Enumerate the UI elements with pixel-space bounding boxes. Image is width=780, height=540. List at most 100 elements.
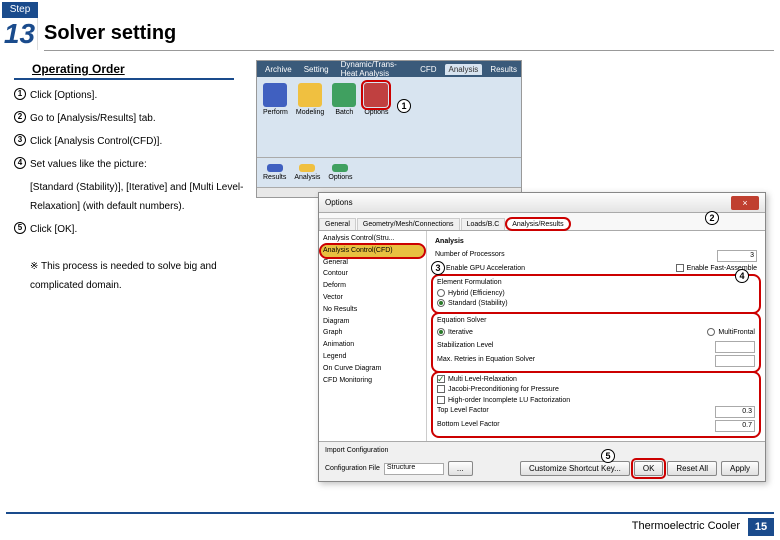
btn-label: Modeling <box>296 109 324 116</box>
fast-assemble-checkbox[interactable] <box>676 264 684 272</box>
cube-icon <box>298 83 322 107</box>
dialog-titlebar: Options × <box>319 193 765 213</box>
step-item: 4Set values like the picture: <box>14 155 244 174</box>
stab-level-input[interactable] <box>715 341 755 353</box>
batch-button[interactable]: Batch <box>330 81 358 153</box>
reset-button[interactable]: Reset All <box>667 461 717 476</box>
modeling-button[interactable]: Modeling <box>294 81 326 153</box>
tree-item[interactable]: Legend <box>321 351 424 363</box>
multilevel-group: Multi Level-Relaxation Jacobi-Preconditi… <box>433 373 759 437</box>
label: Standard (Stability) <box>448 300 508 307</box>
options-icon <box>332 164 348 172</box>
ok-button[interactable]: OK <box>634 461 664 476</box>
tab-dynamic[interactable]: Dynamic/Trans-Heat Analysis <box>337 60 412 79</box>
step-note: ※ This process is needed to solve big an… <box>30 257 244 295</box>
btn-label: Perform <box>263 109 288 116</box>
num-processors-input[interactable]: 3 <box>717 250 757 262</box>
perform-button[interactable]: Perform <box>261 81 290 153</box>
shortcut-button[interactable]: Customize Shortcut Key... <box>520 461 630 476</box>
standard-radio[interactable] <box>437 299 445 307</box>
step-number-badge: 1 <box>14 88 26 100</box>
panel-heading: Analysis <box>435 237 757 248</box>
ribbon-tabs: Archive Setting Dynamic/Trans-Heat Analy… <box>257 61 521 77</box>
dialog-tabs: General Geometry/Mesh/Connections Loads/… <box>319 213 765 231</box>
label: Stabilization Level <box>437 341 493 353</box>
analysis-icon <box>299 164 315 172</box>
step-number-badge: 3 <box>14 134 26 146</box>
tree-item[interactable]: Vector <box>321 292 424 304</box>
label: Bottom Level Factor <box>437 420 500 432</box>
step-item: 5Click [OK]. <box>14 220 244 239</box>
step-number: 13 <box>2 18 38 50</box>
operating-order-list: 1 Click [Options]. 2Go to [Analysis/Resul… <box>14 86 244 295</box>
tab-analysis-results[interactable]: Analysis/Results <box>506 218 569 230</box>
tree-item[interactable]: No Results <box>321 304 424 316</box>
hybrid-radio[interactable] <box>437 289 445 297</box>
max-retries-input[interactable] <box>715 355 755 367</box>
tree-item[interactable]: Deform <box>321 280 424 292</box>
tree-panel: Analysis Control(Stru... Analysis Contro… <box>319 231 427 441</box>
high-ilu-checkbox[interactable] <box>437 396 445 404</box>
group-label: Equation Solver <box>437 316 486 327</box>
tree-item[interactable]: General <box>321 257 424 269</box>
step-item: 2Go to [Analysis/Results] tab. <box>14 109 244 128</box>
ribbon-body: Perform Modeling Batch Options <box>257 77 521 157</box>
stack-icon <box>332 83 356 107</box>
precond-checkbox[interactable] <box>437 385 445 393</box>
gear-icon <box>263 83 287 107</box>
label: MultiFrontal <box>718 329 755 336</box>
tree-item[interactable]: Contour <box>321 268 424 280</box>
page-title: Solver setting <box>44 22 176 45</box>
operating-order-heading: Operating Order <box>14 60 234 80</box>
tab-results[interactable]: Results <box>486 64 521 75</box>
multifrontal-radio[interactable] <box>707 328 715 336</box>
tab-general[interactable]: General <box>319 218 356 230</box>
ribbon-secondary: Results Analysis Options <box>257 157 521 187</box>
tab-analysis[interactable]: Analysis <box>445 64 483 75</box>
label: Number of Processors <box>435 250 505 262</box>
tree-item[interactable]: Diagram <box>321 316 424 328</box>
results-button[interactable]: Results <box>261 162 288 183</box>
step-text: Click [Options]. <box>30 86 97 105</box>
row-gpu-fast: Enable GPU Acceleration Enable Fast-Asse… <box>435 264 757 275</box>
row-num-processors: Number of Processors 3 <box>435 250 757 262</box>
tab-loads[interactable]: Loads/B.C <box>461 218 506 230</box>
callout-marker-1: 1 <box>397 99 411 113</box>
analysis-button[interactable]: Analysis <box>292 162 322 183</box>
step-item: 3 Click [Analysis Control(CFD)]. <box>14 132 244 151</box>
btn-label: Options <box>328 174 352 181</box>
cfg-file-input[interactable]: Structure <box>384 463 444 475</box>
tree-item[interactable]: On Curve Diagram <box>321 363 424 375</box>
tree-item[interactable]: Analysis Control(Stru... <box>321 233 424 245</box>
tree-item-analysis-control-cfd[interactable]: Analysis Control(CFD) <box>321 245 424 257</box>
iterative-radio[interactable] <box>437 328 445 336</box>
tab-setting[interactable]: Setting <box>300 64 333 75</box>
btn-label: Batch <box>335 109 353 116</box>
step-number-badge: 5 <box>14 222 26 234</box>
top-level-input[interactable]: 0.3 <box>715 406 755 418</box>
tree-item[interactable]: Graph <box>321 327 424 339</box>
tab-cfd[interactable]: CFD <box>416 64 440 75</box>
bottom-level-input[interactable]: 0.7 <box>715 420 755 432</box>
tree-item[interactable]: CFD Monitoring <box>321 375 424 387</box>
step-text: Click [Analysis Control(CFD)]. <box>30 132 162 151</box>
settings-panel: Analysis Number of Processors 3 Enable G… <box>427 231 765 441</box>
title-rule <box>44 50 774 51</box>
element-formulation-group: Element Formulation Hybrid (Efficiency) … <box>433 276 759 312</box>
tab-archive[interactable]: Archive <box>261 64 296 75</box>
options-icon <box>364 83 388 107</box>
tree-item[interactable]: Animation <box>321 339 424 351</box>
label: Enable GPU Acceleration <box>446 265 525 272</box>
browse-button[interactable]: ... <box>448 461 473 476</box>
apply-button[interactable]: Apply <box>721 461 759 476</box>
close-button[interactable]: × <box>731 196 759 210</box>
tab-geometry[interactable]: Geometry/Mesh/Connections <box>357 218 460 230</box>
label: Jacobi-Preconditioning for Pressure <box>448 386 559 393</box>
step-text: Go to [Analysis/Results] tab. <box>30 109 156 128</box>
equation-solver-group: Equation Solver Iterative MultiFrontal S… <box>433 314 759 371</box>
label: Top Level Factor <box>437 406 489 418</box>
options-button-2[interactable]: Options <box>326 162 354 183</box>
btn-label: Options <box>364 109 388 116</box>
options-button[interactable]: Options <box>362 81 390 153</box>
multilevel-checkbox[interactable] <box>437 375 445 383</box>
